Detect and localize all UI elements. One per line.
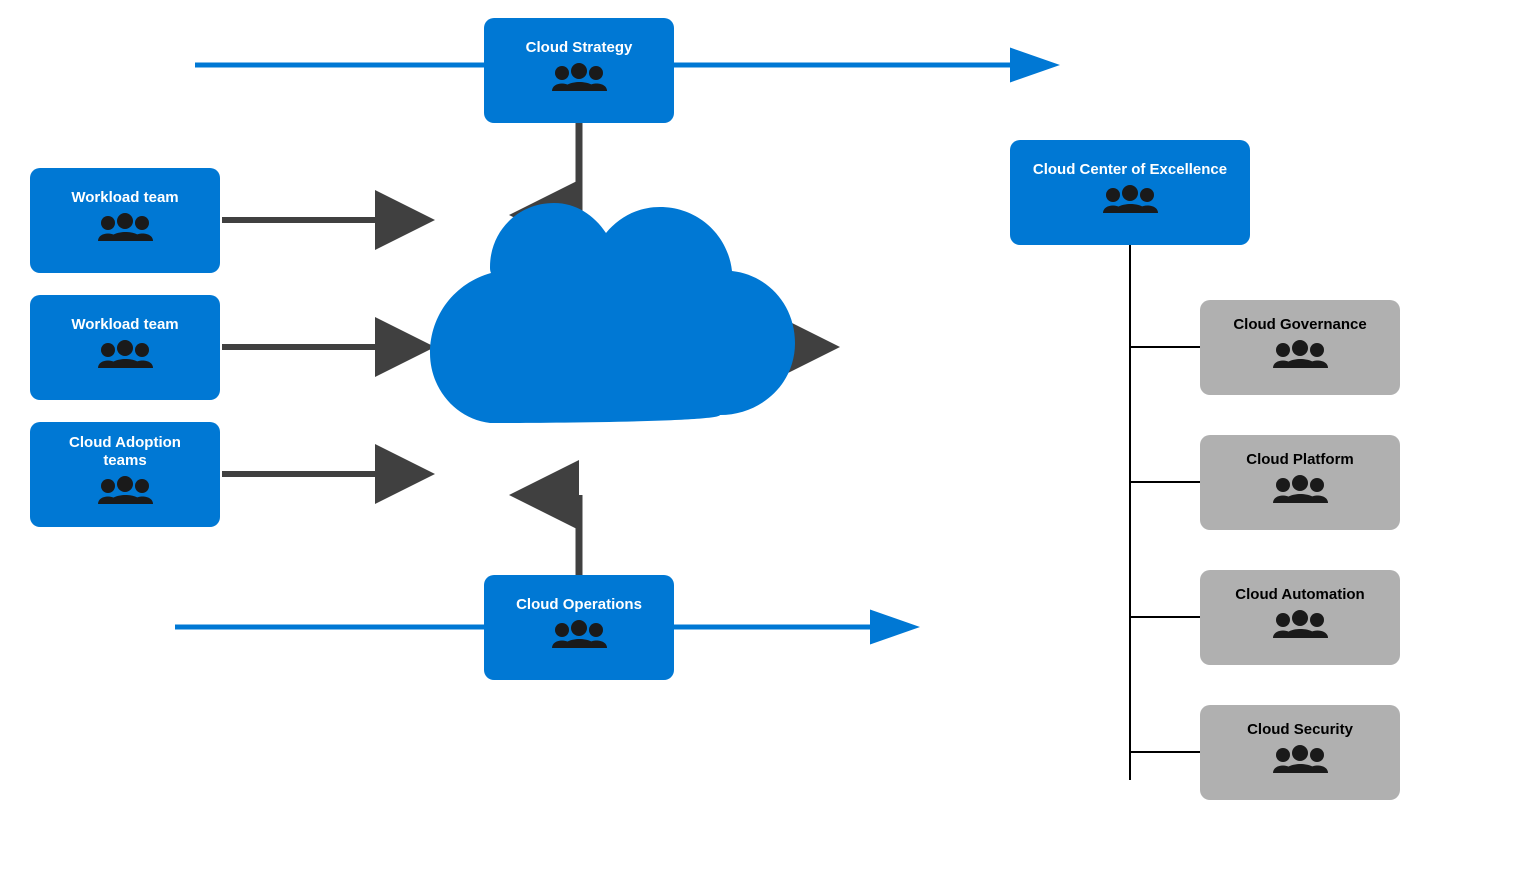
- cloud-governance-icon: [1273, 340, 1328, 380]
- workload-team-1-label: Workload team: [71, 189, 178, 207]
- cloud-operations-label: Cloud Operations: [516, 596, 642, 614]
- cloud-strategy-label: Cloud Strategy: [526, 39, 633, 57]
- workload-team-1-icon: [98, 213, 153, 253]
- workload-team-2-label: Workload team: [71, 316, 178, 334]
- cloud-operations-icon: [552, 620, 607, 660]
- cloud-operations-box: Cloud Operations: [484, 575, 674, 680]
- cloud-strategy-icon: [552, 63, 607, 103]
- cloud-coe-label: Cloud Center of Excellence: [1033, 161, 1227, 179]
- cloud-coe-icon: [1103, 185, 1158, 225]
- cloud-adoption-icon: [98, 476, 153, 516]
- cloud-platform-icon: [1273, 475, 1328, 515]
- workload-team-1-box: Workload team: [30, 168, 220, 273]
- cloud-governance-label: Cloud Governance: [1233, 316, 1366, 334]
- cloud-adoption-label: Cloud Adoption teams: [46, 434, 204, 470]
- cloud-adoption-box: Cloud Adoption teams: [30, 422, 220, 527]
- cloud-automation-label: Cloud Automation: [1235, 586, 1364, 604]
- cloud-security-icon: [1273, 745, 1328, 785]
- cloud-platform-box: Cloud Platform: [1200, 435, 1400, 530]
- cloud-automation-icon: [1273, 610, 1328, 650]
- cloud-coe-box: Cloud Center of Excellence: [1010, 140, 1250, 245]
- workload-team-2-icon: [98, 340, 153, 380]
- cloud-governance-box: Cloud Governance: [1200, 300, 1400, 395]
- workload-team-2-box: Workload team: [30, 295, 220, 400]
- cloud-platform-label: Cloud Platform: [1246, 451, 1354, 469]
- cloud-security-label: Cloud Security: [1247, 721, 1353, 739]
- cloud-shape: [380, 195, 810, 495]
- cloud-automation-box: Cloud Automation: [1200, 570, 1400, 665]
- cloud-strategy-box: Cloud Strategy: [484, 18, 674, 123]
- diagram-container: Cloud Strategy Workload team: [0, 0, 1528, 891]
- cloud-security-box: Cloud Security: [1200, 705, 1400, 800]
